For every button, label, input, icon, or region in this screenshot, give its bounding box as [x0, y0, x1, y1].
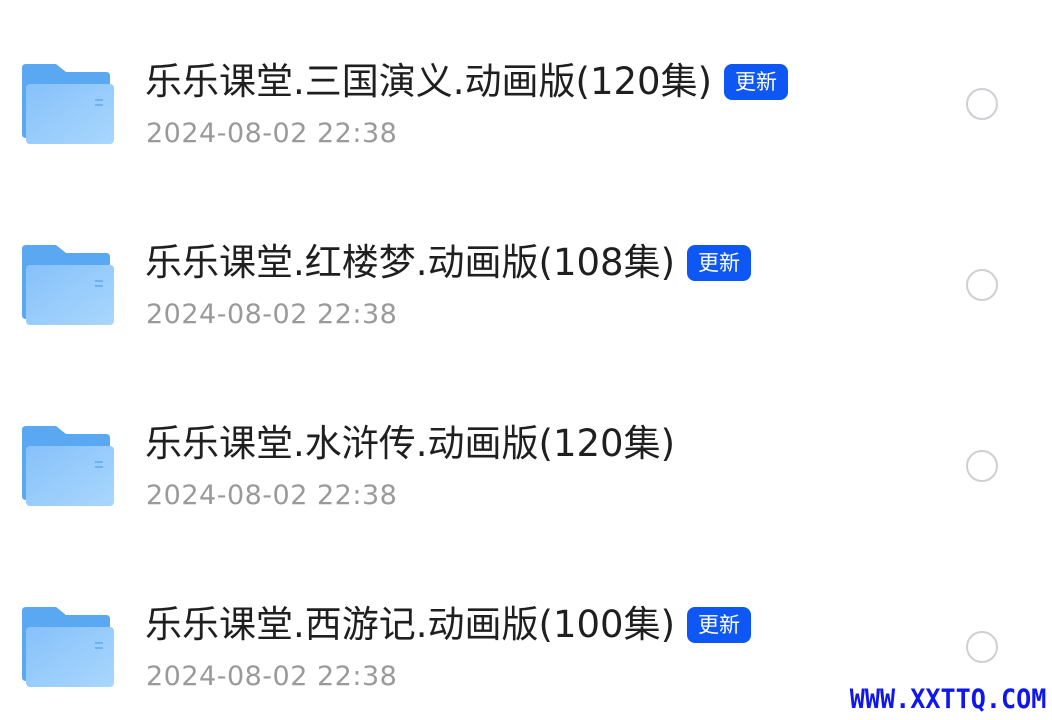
file-modified-time: 2024-08-02 22:38: [146, 480, 398, 511]
file-row[interactable]: 乐乐课堂.三国演义.动画版(120集) 更新 2024-08-02 22:38: [0, 12, 1052, 193]
file-modified-time: 2024-08-02 22:38: [146, 299, 398, 330]
file-row[interactable]: 乐乐课堂.红楼梦.动画版(108集) 更新 2024-08-02 22:38: [0, 193, 1052, 374]
file-name[interactable]: 乐乐课堂.西游记.动画版(100集): [145, 603, 675, 647]
file-row[interactable]: 乐乐课堂.水浒传.动画版(120集) 2024-08-02 22:38: [0, 374, 1052, 555]
file-title-line: 乐乐课堂.红楼梦.动画版(108集) 更新: [145, 241, 752, 285]
file-title-line: 乐乐课堂.水浒传.动画版(120集): [145, 422, 675, 466]
file-name[interactable]: 乐乐课堂.水浒传.动画版(120集): [145, 422, 675, 466]
folder-icon: [22, 426, 114, 506]
update-badge: 更新: [687, 607, 752, 643]
file-modified-time: 2024-08-02 22:38: [146, 661, 398, 692]
select-radio[interactable]: [966, 269, 998, 301]
folder-icon: [22, 64, 114, 144]
file-title-line: 乐乐课堂.三国演义.动画版(120集) 更新: [145, 60, 789, 104]
file-list: 乐乐课堂.三国演义.动画版(120集) 更新 2024-08-02 22:38: [0, 12, 1052, 720]
file-modified-time: 2024-08-02 22:38: [146, 118, 398, 149]
file-name[interactable]: 乐乐课堂.三国演义.动画版(120集): [145, 60, 712, 104]
select-radio[interactable]: [966, 450, 998, 482]
file-name[interactable]: 乐乐课堂.红楼梦.动画版(108集): [145, 241, 675, 285]
file-list-screen: 乐乐课堂.三国演义.动画版(120集) 更新 2024-08-02 22:38: [0, 0, 1052, 720]
folder-icon: [22, 245, 114, 325]
update-badge: 更新: [687, 245, 752, 281]
watermark: WWW.XXTTQ.COM: [849, 684, 1046, 715]
folder-icon: [22, 607, 114, 687]
select-radio[interactable]: [966, 631, 998, 663]
update-badge: 更新: [724, 64, 789, 100]
select-radio[interactable]: [966, 88, 998, 120]
file-title-line: 乐乐课堂.西游记.动画版(100集) 更新: [145, 603, 752, 647]
